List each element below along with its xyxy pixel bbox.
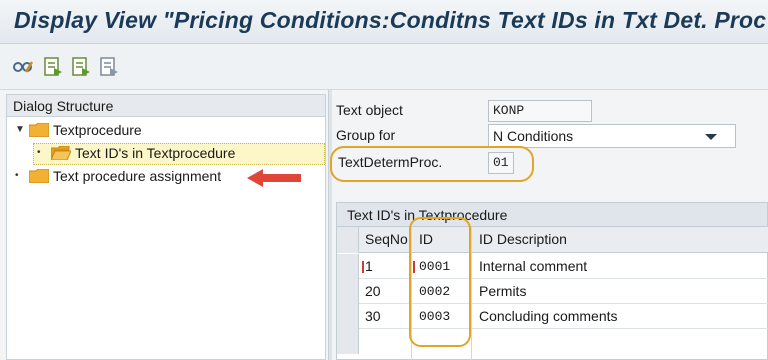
description-cell[interactable]: Concluding comments — [475, 304, 618, 329]
tree-item-textprocedure[interactable]: ▼ Textprocedure — [7, 119, 325, 141]
title-bar: Display View "Pricing Conditions:Conditn… — [0, 0, 768, 44]
tree-item-label: Textprocedure — [53, 122, 142, 138]
folder-icon — [29, 169, 49, 183]
text-ids-table: Text ID's in Textprocedure SeqNo ID ID D… — [336, 202, 768, 360]
column-divider — [471, 227, 472, 360]
text-object-label: Text object — [336, 102, 403, 118]
application-toolbar — [0, 44, 768, 90]
column-header-id[interactable]: ID — [415, 227, 433, 252]
select-all-cell[interactable] — [337, 227, 359, 253]
glasses-icon[interactable] — [12, 56, 34, 78]
required-marker — [413, 261, 415, 273]
tree-item-label: Text procedure assignment — [53, 168, 222, 184]
tree-item-text-ids[interactable]: • Text ID's in Textprocedure — [7, 142, 325, 164]
column-header-seqno[interactable]: SeqNo — [361, 227, 408, 252]
text-determ-proc-field: 01 — [488, 152, 514, 174]
main-content: Dialog Structure ▼ Textprocedure • Text … — [0, 90, 768, 360]
group-for-label: Group for — [336, 127, 396, 143]
group-for-value: N Conditions — [493, 128, 574, 144]
bullet-icon: • — [15, 170, 19, 181]
table-row-empty[interactable] — [337, 329, 768, 354]
chevron-down-icon[interactable] — [705, 134, 717, 140]
folder-icon — [29, 123, 49, 137]
seqno-cell[interactable]: 30 — [361, 304, 381, 329]
dialog-structure-panel: Dialog Structure ▼ Textprocedure • Text … — [6, 94, 326, 360]
text-object-field: KONP — [488, 100, 592, 122]
window-title: Display View "Pricing Conditions:Conditn… — [14, 7, 767, 33]
seqno-cell[interactable]: 20 — [361, 279, 381, 304]
column-divider — [411, 227, 412, 360]
tree-item-label: Text ID's in Textprocedure — [75, 145, 236, 161]
text-determ-proc-label: TextDetermProc. — [338, 154, 443, 170]
row-selector[interactable] — [337, 279, 359, 304]
table-row[interactable]: 1 0001 Internal comment — [337, 254, 768, 279]
row-selector[interactable] — [337, 254, 359, 279]
pane-splitter[interactable] — [328, 90, 332, 360]
id-cell[interactable]: 0003 — [415, 304, 450, 329]
column-header-description[interactable]: ID Description — [475, 227, 567, 252]
copy-entries-icon[interactable] — [42, 56, 64, 78]
id-cell[interactable]: 0002 — [415, 279, 450, 304]
arrow-annotation-icon — [247, 169, 301, 187]
deselect-icon[interactable] — [98, 56, 120, 78]
required-marker — [362, 261, 364, 273]
bullet-icon: • — [37, 147, 41, 158]
table-header-row: SeqNo ID ID Description — [337, 227, 768, 253]
table-row[interactable]: 20 0002 Permits — [337, 279, 768, 304]
save-icon[interactable] — [70, 56, 92, 78]
table-row[interactable]: 30 0003 Concluding comments — [337, 304, 768, 329]
open-folder-icon — [51, 146, 71, 160]
group-for-dropdown[interactable]: N Conditions — [488, 124, 736, 148]
table-title: Text ID's in Textprocedure — [337, 203, 767, 227]
description-cell[interactable]: Internal comment — [475, 254, 587, 279]
id-cell[interactable]: 0001 — [415, 254, 450, 279]
expand-triangle-icon[interactable]: ▼ — [15, 119, 25, 141]
row-selector[interactable] — [337, 329, 359, 354]
description-cell[interactable]: Permits — [475, 279, 526, 304]
dialog-structure-header: Dialog Structure — [7, 95, 325, 117]
row-selector[interactable] — [337, 304, 359, 329]
